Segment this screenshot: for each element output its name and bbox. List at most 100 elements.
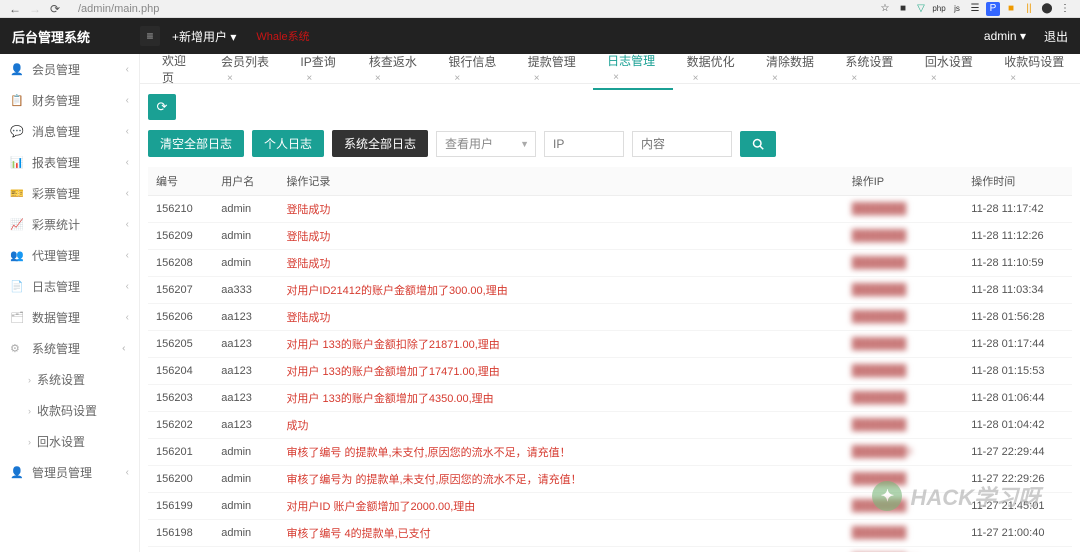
sidebar-toggle[interactable]: ≡ — [140, 26, 160, 46]
sidebar-subitem[interactable]: › 回水设置 — [0, 426, 139, 457]
chevron-icon: ‹ — [126, 312, 129, 323]
menu-icon: 📄 — [10, 280, 24, 293]
sidebar-label: 财务管理 — [32, 92, 80, 109]
close-icon[interactable]: × — [454, 73, 460, 84]
sidebar-item[interactable]: 📈彩票统计‹ — [0, 209, 139, 240]
clear-all-logs-button[interactable]: 清空全部日志 — [148, 130, 244, 157]
cell-user: aa123 — [213, 358, 278, 385]
refresh-button[interactable]: ⟳ — [148, 94, 176, 120]
tab[interactable]: 系统设置× — [831, 48, 910, 89]
ext-icon[interactable]: P — [986, 2, 1000, 16]
tab[interactable]: 日志管理× — [593, 47, 672, 90]
cell-id: 156198 — [148, 520, 213, 547]
nav-reload[interactable]: ⟳ — [48, 2, 62, 16]
menu-icon: 👤 — [10, 63, 24, 76]
tab[interactable]: 清除数据 × — [752, 48, 831, 89]
sidebar-item[interactable]: 🎫彩票管理‹ — [0, 178, 139, 209]
system-all-logs-button[interactable]: 系统全部日志 — [332, 130, 428, 157]
tab[interactable]: 回水设置× — [911, 48, 990, 89]
sidebar-item[interactable]: 📊报表管理‹ — [0, 147, 139, 178]
sidebar-item[interactable]: ⚙系统管理⌄ — [0, 333, 139, 364]
cell-user: admin — [213, 196, 278, 223]
toolbar-row2: 清空全部日志 个人日志 系统全部日志 查看用户 ▼ — [140, 130, 1080, 167]
cell-ip: ███████ — [844, 466, 964, 493]
view-user-select[interactable]: 查看用户 ▼ — [436, 131, 536, 157]
tab[interactable]: 会员列表× — [207, 48, 286, 89]
sidebar-item[interactable]: 💬消息管理‹ — [0, 116, 139, 147]
tab[interactable]: IP查询× — [286, 48, 355, 89]
ext-icon[interactable]: ☰ — [968, 2, 982, 16]
chevron-down-icon: ▼ — [520, 139, 529, 149]
menu-icon: 💬 — [10, 125, 24, 138]
ext-icon[interactable]: ▽ — [914, 2, 928, 16]
ext-icon[interactable]: js — [950, 2, 964, 16]
tab-label: 清除数据 — [766, 55, 814, 69]
cell-ip: ███████9 — [844, 439, 964, 466]
cell-time: 11-28 01:56:28 — [963, 304, 1072, 331]
cell-ip: ███████ — [844, 196, 964, 223]
th-op: 操作记录 — [278, 167, 843, 196]
tab[interactable]: 收款码设置× — [990, 48, 1080, 89]
close-icon[interactable]: × — [1010, 73, 1016, 84]
cell-time: 11-27 20:59:05 — [963, 547, 1072, 552]
sidebar-item[interactable]: 👤管理员管理‹ — [0, 457, 139, 488]
cell-user: admin — [213, 547, 278, 552]
cell-user: admin — [213, 493, 278, 520]
add-user-button[interactable]: +新增用户 ▾ — [172, 28, 236, 45]
sidebar-item[interactable]: 🗂数据管理‹ — [0, 302, 139, 333]
ext-icon[interactable]: php — [932, 2, 946, 16]
sidebar-item[interactable]: 👥代理管理‹ — [0, 240, 139, 271]
cell-id: 156208 — [148, 250, 213, 277]
close-icon[interactable]: × — [375, 73, 381, 84]
sidebar-subitem[interactable]: ›系统设置 — [0, 364, 139, 395]
tab[interactable]: 欢迎页 — [148, 47, 207, 91]
close-icon[interactable]: × — [306, 73, 312, 84]
close-icon[interactable]: × — [227, 73, 233, 84]
cell-id: 156205 — [148, 331, 213, 358]
sidebar-label: 回水设置 — [37, 433, 85, 450]
chevron-icon: ‹ — [126, 219, 129, 230]
ext-icon[interactable]: || — [1022, 2, 1036, 16]
ext-icon[interactable]: ⬤ — [1040, 2, 1054, 16]
chevron-down-icon: ▾ — [1020, 29, 1026, 43]
sidebar-label: 彩票管理 — [32, 185, 80, 202]
chevron-icon: ‹ — [126, 188, 129, 199]
tab[interactable]: 银行信息× — [434, 48, 513, 89]
cell-time: 11-28 01:06:44 — [963, 385, 1072, 412]
tab[interactable]: 核查返水× — [355, 48, 434, 89]
content-input[interactable] — [632, 131, 732, 157]
url-bar[interactable]: /admin/main.php — [78, 3, 874, 15]
cell-op: 对用户ID 账户金额增加了3600.00,理由 — [278, 547, 843, 552]
cell-id: 156200 — [148, 466, 213, 493]
cell-time: 11-27 22:29:26 — [963, 466, 1072, 493]
log-table-wrap[interactable]: 编号 用户名 操作记录 操作IP 操作时间 156210admin登陆成功███… — [140, 167, 1080, 552]
tab[interactable]: 提款管理× — [514, 48, 593, 89]
ext-icon[interactable]: ☆ — [878, 2, 892, 16]
tab[interactable]: 数据优化× — [673, 48, 752, 89]
current-user[interactable]: admin ▾ — [984, 29, 1026, 43]
ip-input[interactable] — [544, 131, 624, 157]
sidebar-item[interactable]: 📄日志管理‹ — [0, 271, 139, 302]
chevron-icon: › — [28, 437, 31, 447]
sidebar-item[interactable]: 📋财务管理‹ — [0, 85, 139, 116]
nav-forward[interactable]: → — [28, 2, 42, 16]
close-icon[interactable]: × — [613, 72, 619, 83]
cell-time: 11-28 11:10:59 — [963, 250, 1072, 277]
close-icon[interactable]: × — [693, 73, 699, 84]
close-icon[interactable]: × — [931, 73, 937, 84]
sidebar-item[interactable]: 👤会员管理‹ — [0, 54, 139, 85]
cell-op: 审核了编号为 的提款单,未支付,原因您的流水不足，请充值！ — [278, 466, 843, 493]
cell-time: 11-28 01:15:53 — [963, 358, 1072, 385]
close-icon[interactable]: × — [534, 73, 540, 84]
nav-back[interactable]: ← — [8, 2, 22, 16]
ext-icon[interactable]: ■ — [1004, 2, 1018, 16]
ext-menu[interactable]: ⋮ — [1058, 2, 1072, 16]
search-button[interactable] — [740, 131, 776, 157]
personal-log-button[interactable]: 个人日志 — [252, 130, 324, 157]
close-icon[interactable]: × — [851, 73, 857, 84]
close-icon[interactable]: × — [772, 73, 778, 84]
sidebar-subitem[interactable]: ›收款码设置 — [0, 395, 139, 426]
logout-button[interactable]: 退出 — [1044, 28, 1068, 45]
ext-icon[interactable]: ■ — [896, 2, 910, 16]
sidebar-label: 数据管理 — [32, 309, 80, 326]
